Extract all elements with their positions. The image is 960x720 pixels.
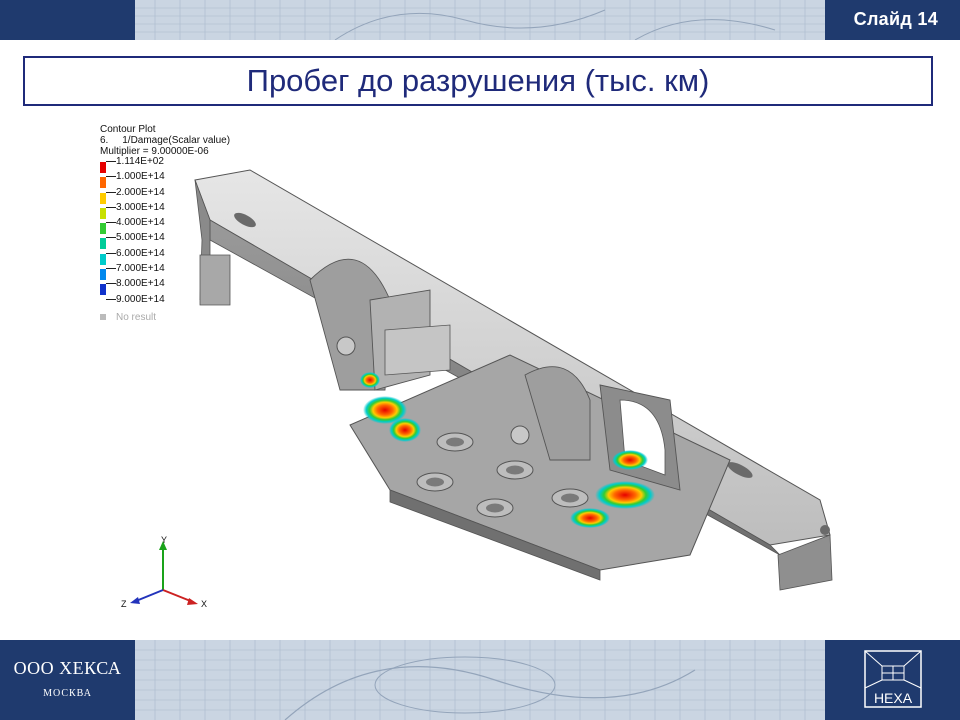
bolster-fea-model bbox=[194, 169, 833, 591]
legend-label: 8.000E+14 bbox=[116, 278, 165, 290]
legend-label: 5.000E+14 bbox=[116, 232, 165, 244]
legend-tick bbox=[106, 237, 116, 239]
legend-label: 1.114E+02 bbox=[116, 156, 164, 167]
footer-band: ООО ХЕКСА МОСКВА bbox=[0, 640, 960, 720]
mesh-background-image bbox=[135, 640, 825, 720]
no-result-swatch bbox=[100, 314, 106, 321]
legend-tick bbox=[106, 206, 116, 208]
legend-no-result: No result bbox=[100, 312, 156, 323]
legend-tick bbox=[106, 161, 116, 162]
slide-title-box: Пробег до разрушения (тыс. км) bbox=[23, 56, 933, 106]
legend-label: 3.000E+14 bbox=[116, 201, 165, 213]
mesh-background-image bbox=[135, 0, 825, 40]
company-name: ООО ХЕКСА bbox=[13, 658, 122, 678]
legend-label: 6.000E+14 bbox=[116, 247, 165, 259]
legend-tick bbox=[106, 191, 116, 193]
company-city: МОСКВА bbox=[43, 688, 92, 699]
axis-triad: Y X Z bbox=[121, 535, 207, 609]
axis-x-label: X bbox=[201, 599, 207, 609]
legend-label: 9.000E+14 bbox=[116, 293, 165, 305]
legend-tick bbox=[106, 298, 116, 300]
legend-label: 7.000E+14 bbox=[116, 263, 165, 275]
logo-text: HEXA bbox=[874, 690, 913, 706]
axis-z-label: Z bbox=[121, 599, 127, 609]
legend-label: 1.000E+14 bbox=[116, 171, 165, 183]
legend-tick bbox=[106, 268, 116, 270]
legend-tick bbox=[106, 252, 116, 254]
legend-result-name: 6. 1/Damage(Scalar value) bbox=[100, 135, 231, 146]
no-result-label: No result bbox=[116, 312, 157, 323]
legend-title: Contour Plot bbox=[100, 124, 156, 135]
slide-number: Слайд 14 bbox=[853, 9, 938, 29]
header-band: Слайд 14 bbox=[0, 0, 960, 40]
legend-tick bbox=[106, 283, 116, 285]
legend-tick bbox=[106, 222, 116, 224]
axis-y-label: Y bbox=[161, 535, 167, 545]
slide-title: Пробег до разрушения (тыс. км) bbox=[246, 63, 710, 98]
hexa-logo: HEXA bbox=[862, 648, 924, 710]
legend-label: 2.000E+14 bbox=[116, 186, 165, 198]
legend-label: 4.000E+14 bbox=[116, 217, 165, 229]
legend-tick bbox=[106, 176, 116, 178]
